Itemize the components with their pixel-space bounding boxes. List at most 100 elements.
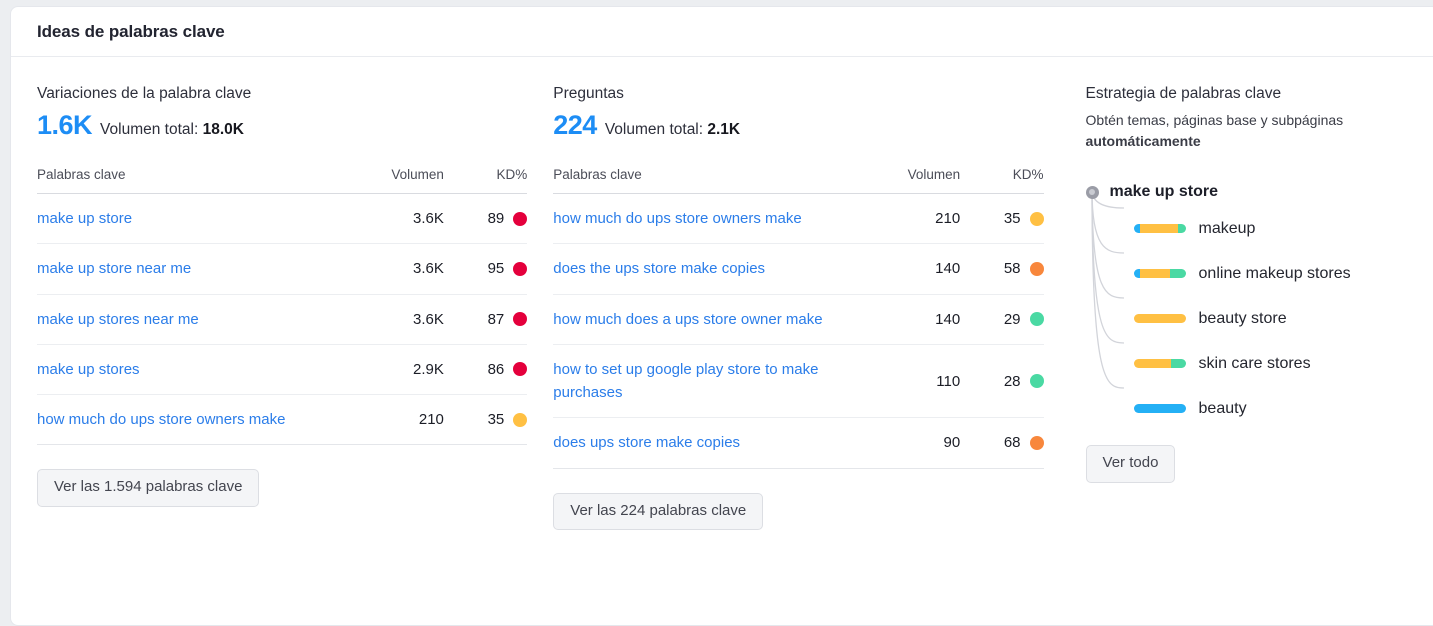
table-row: how to set up google play store to make … — [553, 344, 1044, 419]
table-row: does ups store make copies 90 68 — [553, 417, 1044, 469]
keyword-link[interactable]: does ups store make copies — [553, 431, 740, 454]
table-header-row: Palabras clave Volumen KD% — [553, 167, 1044, 194]
keyword-link[interactable]: how much do ups store owners make — [37, 408, 285, 431]
branch-label: beauty — [1198, 399, 1247, 417]
column-header-keyword[interactable]: Palabras clave — [37, 167, 341, 194]
card-header: Ideas de palabras clave — [11, 7, 1433, 57]
tree-branch-item[interactable]: beauty store — [1086, 304, 1433, 333]
keyword-link[interactable]: does the ups store make copies — [553, 257, 765, 280]
kd-value-wrap: 35 — [488, 411, 528, 428]
column-header-volume[interactable]: Volumen — [340, 167, 444, 194]
kd-cell: 58 — [960, 243, 1044, 295]
branch-label: online makeup stores — [1198, 264, 1351, 282]
column-header-kd[interactable]: KD% — [960, 167, 1044, 194]
keyword-cell: make up stores near me — [37, 294, 341, 345]
volume-cell: 140 — [857, 243, 961, 295]
questions-table: Palabras clave Volumen KD% how much do u… — [553, 167, 1044, 469]
variations-section: Variaciones de la palabra clave 1.6K Vol… — [11, 85, 528, 530]
variations-stats: 1.6K Volumen total: 18.0K — [37, 110, 527, 141]
kd-value: 89 — [487, 210, 505, 228]
view-all-variations-button[interactable]: Ver las 1.594 palabras clave — [37, 469, 260, 507]
kd-value: 35 — [1003, 210, 1021, 228]
column-header-volume[interactable]: Volumen — [857, 167, 961, 194]
strategy-title: Estrategia de palabras clave — [1085, 85, 1282, 102]
branch-metric-bar-segment — [1133, 404, 1186, 413]
kd-difficulty-dot-icon — [513, 362, 528, 377]
keyword-cell: make up store — [37, 193, 341, 245]
branch-metric-bar — [1133, 404, 1186, 413]
keyword-strategy-tree: make up store makeup online makeup stores… — [1085, 182, 1433, 423]
keyword-cell: make up store near me — [37, 243, 341, 295]
keyword-link[interactable]: make up stores — [37, 358, 140, 381]
keyword-cell: how to set up google play store to make … — [553, 344, 858, 419]
kd-value-wrap: 28 — [1004, 373, 1044, 390]
keyword-link[interactable]: make up store — [37, 207, 132, 230]
volume-cell: 210 — [857, 193, 961, 245]
kd-cell: 87 — [443, 294, 528, 345]
tree-branch-item[interactable]: skin care stores — [1086, 349, 1433, 378]
branch-metric-bar-segment — [1170, 359, 1186, 368]
strategy-subtitle-emphasis: automáticamente — [1085, 133, 1201, 149]
branch-metric-bar-segment — [1139, 224, 1178, 233]
tree-branch-item[interactable]: makeup — [1086, 214, 1433, 243]
keyword-link[interactable]: how much does a ups store owner make — [553, 308, 822, 331]
volume-cell: 110 — [857, 344, 961, 419]
volume-cell: 140 — [857, 294, 961, 345]
table-row: make up store 3.6K 89 — [37, 193, 528, 245]
kd-cell: 35 — [960, 193, 1044, 245]
table-row: make up store near me 3.6K 95 — [37, 243, 528, 295]
keyword-link[interactable]: how to set up google play store to make … — [553, 358, 857, 405]
tree-branch-item[interactable]: online makeup stores — [1086, 259, 1433, 288]
kd-value: 95 — [487, 260, 505, 278]
view-all-strategy-button[interactable]: Ver todo — [1085, 445, 1176, 483]
strategy-section: Estrategia de palabras clave Obtén temas… — [1044, 85, 1433, 530]
tree-root-node[interactable]: make up store — [1085, 182, 1433, 202]
view-all-questions-button[interactable]: Ver las 224 palabras clave — [553, 492, 764, 530]
table-row: how much do ups store owners make 210 35 — [553, 193, 1044, 245]
kd-difficulty-dot-icon — [513, 412, 528, 427]
kd-difficulty-dot-icon — [1029, 374, 1044, 388]
kd-value-wrap: 68 — [1004, 434, 1044, 451]
branch-metric-bar-segment — [1169, 269, 1186, 278]
kd-value-wrap: 58 — [1004, 260, 1044, 277]
kd-value: 58 — [1003, 260, 1021, 278]
volume-cell: 3.6K — [340, 243, 444, 295]
tree-branch-list: makeup online makeup stores beauty store sk… — [1086, 190, 1433, 423]
kd-difficulty-dot-icon — [513, 261, 528, 276]
branch-metric-bar-segment — [1133, 314, 1186, 323]
branch-metric-bar-segment — [1177, 224, 1186, 233]
questions-volume-value: 2.1K — [707, 121, 741, 138]
column-header-kd[interactable]: KD% — [443, 167, 528, 194]
table-row: does the ups store make copies 140 58 — [553, 243, 1044, 295]
keyword-cell: how much does a ups store owner make — [553, 294, 858, 345]
kd-difficulty-dot-icon — [1029, 435, 1044, 450]
keyword-link[interactable]: how much do ups store owners make — [553, 207, 801, 230]
questions-volume: Volumen total: 2.1K — [605, 121, 740, 139]
keyword-cell: does the ups store make copies — [553, 243, 858, 295]
view-all-strategy-wrap: Ver todo — [1085, 445, 1433, 483]
kd-cell: 29 — [960, 294, 1044, 345]
table-row: make up stores 2.9K 86 — [37, 344, 528, 396]
tree-root-dot-icon — [1085, 185, 1099, 199]
kd-cell: 95 — [443, 243, 528, 295]
tree-branch-item[interactable]: beauty — [1086, 394, 1433, 423]
strategy-subtitle: Obtén temas, páginas base y subpáginas a… — [1086, 110, 1386, 152]
keyword-link[interactable]: make up stores near me — [37, 308, 199, 331]
kd-value: 29 — [1003, 310, 1021, 328]
branch-label: beauty store — [1198, 309, 1287, 327]
table-header-row: Palabras clave Volumen KD% — [37, 167, 528, 194]
column-header-keyword[interactable]: Palabras clave — [553, 167, 858, 194]
variations-volume-value: 18.0K — [202, 121, 244, 138]
kd-value: 68 — [1003, 434, 1021, 452]
kd-difficulty-dot-icon — [1029, 261, 1044, 276]
kd-cell: 68 — [960, 417, 1044, 469]
variations-volume-label: Volumen total: — [100, 121, 199, 138]
table-row: make up stores near me 3.6K 87 — [37, 294, 528, 345]
questions-stats: 224 Volumen total: 2.1K — [553, 110, 1043, 141]
questions-table-body: how much do ups store owners make 210 35 do… — [553, 193, 1044, 469]
page-title: Ideas de palabras clave — [37, 21, 225, 41]
variations-table-body: make up store 3.6K 89 make up store near me… — [37, 193, 528, 446]
kd-cell: 86 — [443, 344, 528, 396]
keyword-link[interactable]: make up store near me — [37, 257, 191, 280]
questions-count: 224 — [553, 110, 597, 140]
